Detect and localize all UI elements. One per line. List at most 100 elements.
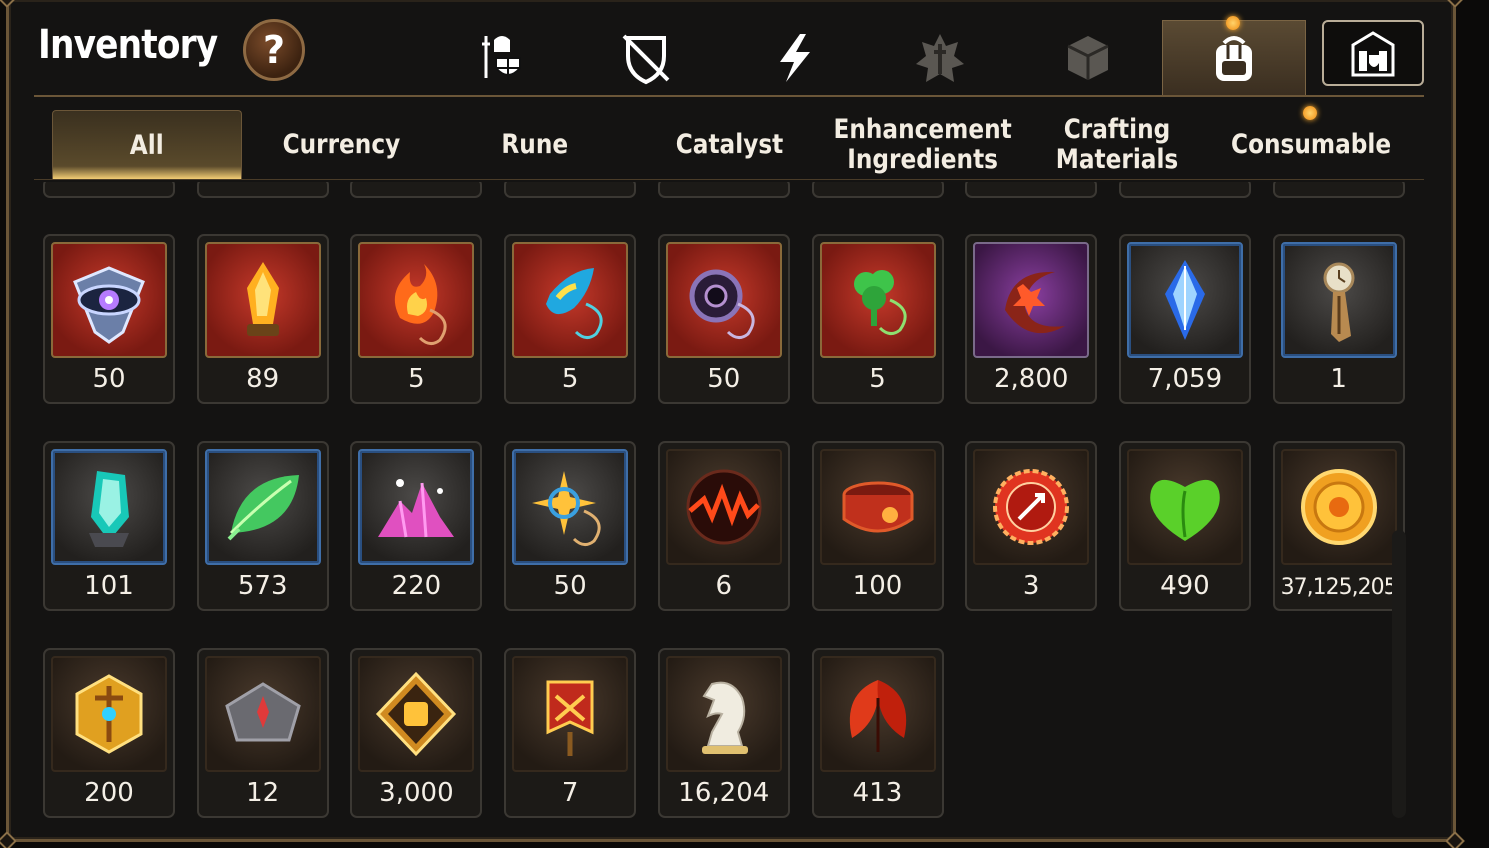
item-quantity: 37,125,205 [1280, 575, 1398, 600]
item-slot[interactable]: 7,059 [1118, 234, 1251, 404]
item-slot[interactable]: 6 [657, 441, 790, 611]
item-slot[interactable]: 16,204 [657, 648, 790, 818]
item-slot[interactable]: 573 [196, 441, 329, 611]
gold-sun-coin-icon [1280, 449, 1397, 565]
item-quantity: 220 [391, 571, 442, 601]
item-slot[interactable]: 5 [350, 234, 483, 404]
knight-helmet-shield-icon [482, 36, 521, 80]
tab-weapons[interactable] [880, 20, 1000, 96]
tab-broken-gear[interactable] [586, 20, 706, 96]
item-slot[interactable]: 100 [811, 441, 944, 611]
subtab-crafting-materials[interactable]: Crafting Materials [1022, 110, 1212, 180]
item-quantity: 16,204 [678, 778, 770, 808]
header-divider [34, 95, 1424, 97]
tab-items[interactable] [1162, 20, 1306, 96]
item-quantity: 5 [561, 364, 579, 394]
subtab-rune[interactable]: Rune [440, 110, 630, 180]
item-slot[interactable]: 50 [43, 234, 175, 404]
item-quantity: 50 [553, 571, 587, 601]
item-slot-partial[interactable] [965, 182, 1098, 198]
item-slot[interactable]: 1 [1272, 234, 1405, 404]
dark-ring-pendant-icon [665, 242, 782, 358]
tab-artifacts[interactable] [1028, 20, 1148, 96]
alert-dot-icon [1303, 106, 1317, 120]
subtab-divider [34, 179, 1424, 180]
scrollbar[interactable] [1392, 530, 1406, 818]
red-orb-icon [665, 449, 782, 565]
item-slot-partial[interactable] [657, 182, 790, 198]
item-slot[interactable]: 50 [657, 234, 790, 404]
subtab-enhancement-ingredients[interactable]: Enhancement Ingredients [828, 110, 1018, 180]
golden-sword-badge-icon [51, 656, 167, 772]
item-slot[interactable]: 3 [965, 441, 1098, 611]
cube-icon [1067, 36, 1109, 80]
war-banner-icon [512, 656, 629, 772]
lightning-icon [780, 34, 810, 82]
red-leaves-icon [819, 656, 936, 772]
pink-crystal-pile-icon [358, 449, 475, 565]
item-slot-partial[interactable] [196, 182, 329, 198]
clover-pendant-icon [819, 242, 936, 358]
item-quantity: 2,800 [993, 364, 1069, 394]
teal-crystal-icon [51, 449, 167, 565]
frame-corner [1445, 0, 1465, 8]
subtab-currency[interactable]: Currency [246, 110, 436, 180]
item-slot[interactable]: 413 [811, 648, 944, 818]
item-quantity: 5 [408, 364, 425, 394]
red-seal-icon [973, 449, 1090, 565]
item-slot[interactable]: 3,000 [350, 648, 483, 818]
help-button[interactable]: ? [243, 19, 305, 81]
red-band-icon [819, 449, 936, 565]
item-slot[interactable]: 5 [504, 234, 637, 404]
guild-castle-icon [1351, 31, 1395, 77]
item-slot[interactable]: 2,800 [965, 234, 1098, 404]
tab-guild[interactable] [1322, 20, 1424, 86]
green-heart-icon [1126, 449, 1243, 565]
item-quantity: 100 [852, 571, 903, 601]
backpack-icon [1216, 35, 1252, 81]
frame-corner [1445, 831, 1465, 848]
item-slot[interactable]: 12 [196, 648, 329, 818]
broken-shield-icon [622, 34, 670, 85]
fist-medal-icon [358, 656, 475, 772]
item-slot-partial[interactable] [1272, 182, 1405, 198]
item-slot[interactable]: 200 [43, 648, 175, 818]
item-slot[interactable]: 5 [811, 234, 944, 404]
green-leaf-icon [204, 449, 321, 565]
subtab-consumable[interactable]: Consumable [1216, 110, 1406, 180]
item-slot-partial[interactable] [1118, 182, 1251, 198]
item-slot[interactable]: 490 [1118, 441, 1251, 611]
item-quantity: 50 [92, 364, 126, 394]
page-title: Inventory [38, 22, 218, 68]
item-quantity: 490 [1160, 571, 1210, 601]
item-quantity: 50 [707, 364, 741, 394]
golden-flame-crystal-icon [204, 242, 321, 358]
item-slot[interactable]: 89 [196, 234, 329, 404]
item-slot[interactable]: 220 [350, 441, 483, 611]
subtab-all[interactable]: All [52, 110, 242, 180]
clock-key-icon [1280, 242, 1397, 358]
item-quantity: 1 [1330, 364, 1347, 394]
chess-knight-icon [665, 656, 782, 772]
item-slot-partial[interactable] [43, 182, 175, 198]
item-quantity: 5 [869, 364, 886, 394]
subtab-catalyst[interactable]: Catalyst [634, 110, 824, 180]
item-slot-partial[interactable] [811, 182, 944, 198]
eye-gem-emblem-icon [51, 242, 167, 358]
flaming-sword-icon [916, 34, 964, 82]
item-quantity: 101 [84, 571, 134, 601]
item-slot[interactable]: 101 [43, 441, 175, 611]
tab-hero-equipment[interactable] [440, 20, 560, 96]
frame-corner [0, 831, 17, 848]
item-slot-partial[interactable] [350, 182, 483, 198]
item-slot-partial[interactable] [504, 182, 637, 198]
item-quantity: 3 [1022, 571, 1040, 601]
item-slot[interactable]: 37,125,205 [1272, 441, 1405, 611]
item-slot[interactable]: 50 [504, 441, 637, 611]
frame-corner [0, 0, 17, 8]
item-quantity: 3,000 [379, 778, 454, 808]
item-quantity: 200 [84, 778, 134, 808]
item-slot[interactable]: 7 [504, 648, 637, 818]
tab-skills[interactable] [734, 20, 854, 96]
moon-flower-charm-icon [973, 242, 1090, 358]
